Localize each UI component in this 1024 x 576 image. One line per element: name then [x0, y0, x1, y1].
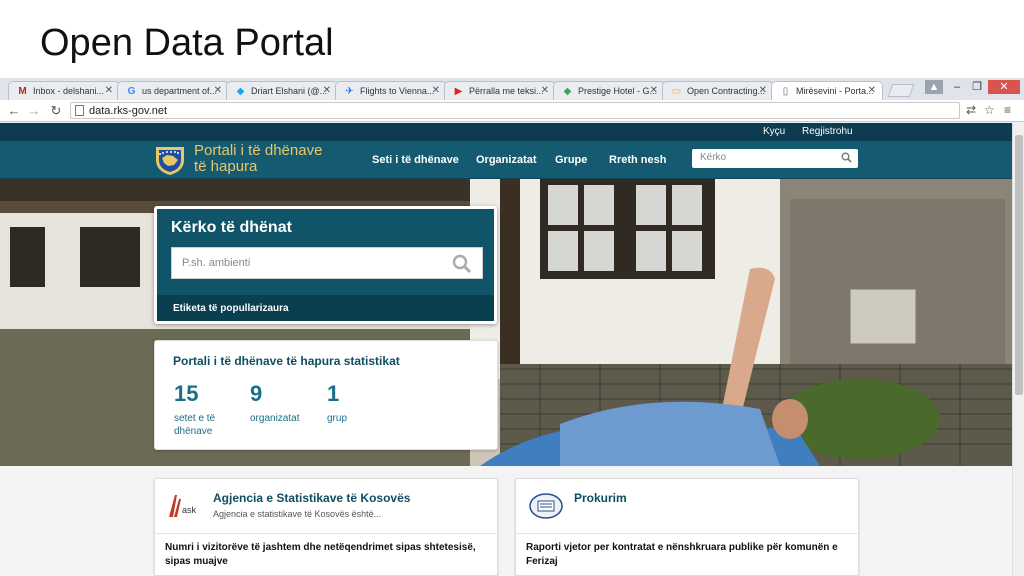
- flight-icon: ✈: [345, 86, 354, 97]
- stat-organizations-count[interactable]: 9: [250, 381, 262, 407]
- login-link[interactable]: Kyçu: [763, 126, 785, 137]
- popular-tags-link[interactable]: Etiketa të popullarizaura: [157, 295, 494, 321]
- new-tab-button[interactable]: [887, 84, 915, 97]
- nav-search-input[interactable]: Kërko: [692, 149, 858, 168]
- web-page: Kyçu Regjistrohu Portali i të dhënave të…: [0, 123, 1012, 576]
- svg-text:ask: ask: [182, 505, 197, 515]
- page-icon: ▯: [782, 86, 789, 97]
- tab-label: Inbox - delshani...: [33, 86, 105, 96]
- back-icon[interactable]: ←: [6, 103, 22, 119]
- card-title[interactable]: Prokurim: [574, 491, 627, 505]
- scrollbar-thumb[interactable]: [1015, 135, 1023, 395]
- window-close-button[interactable]: ✕: [988, 80, 1020, 94]
- close-icon[interactable]: ✕: [868, 85, 876, 96]
- browser-tab[interactable]: ✈ Flights to Vienna... ✕: [335, 81, 447, 100]
- browser-tab[interactable]: ▭ Open Contracting... ✕: [662, 81, 774, 100]
- tab-label: Open Contracting...: [687, 86, 766, 96]
- browser-tab[interactable]: ▶ Përralla me teksi... ✕: [444, 81, 556, 100]
- card-title[interactable]: Agjencia e Statistikave të Kosovës: [213, 491, 410, 505]
- bookmark-star-icon[interactable]: ☆: [984, 103, 995, 117]
- ask-logo-icon: ask: [165, 491, 205, 521]
- url-text: data.rks-gov.net: [89, 105, 168, 117]
- maps-icon: ◆: [563, 86, 572, 97]
- browser-tab-active[interactable]: ▯ Mirësevini - Porta... ✕: [771, 81, 883, 101]
- stat-groups-label[interactable]: grup: [327, 412, 387, 425]
- organization-card[interactable]: Prokurim Raporti vjetor per kontratat e …: [515, 478, 859, 576]
- logo-line-2: të hapura: [194, 158, 258, 175]
- site-topbar: Kyçu Regjistrohu: [0, 123, 1012, 141]
- address-bar[interactable]: data.rks-gov.net: [70, 102, 960, 119]
- organization-card[interactable]: ask Agjencia e Statistikave të Kosovës A…: [154, 478, 498, 576]
- close-icon[interactable]: ✕: [105, 85, 113, 96]
- close-icon[interactable]: ✕: [323, 85, 331, 96]
- portal-stats-panel: Portali i të dhënave të hapura statistik…: [154, 340, 498, 450]
- tab-label: Flights to Vienna...: [360, 86, 435, 96]
- nav-groups[interactable]: Grupe: [555, 154, 587, 166]
- close-icon[interactable]: ✕: [650, 85, 658, 96]
- stat-groups-count[interactable]: 1: [327, 381, 339, 407]
- card-divider: [516, 533, 858, 534]
- site-logo-text[interactable]: Portali i të dhënave të hapura: [194, 143, 322, 175]
- browser-tab[interactable]: ◆ Prestige Hotel - G... ✕: [553, 81, 665, 100]
- site-navbar: Portali i të dhënave të hapura Seti i të…: [0, 141, 1012, 179]
- nav-datasets[interactable]: Seti i të dhënave: [372, 154, 459, 166]
- menu-icon[interactable]: ≡: [1004, 103, 1011, 117]
- minimize-button[interactable]: –: [950, 80, 964, 94]
- search-icon[interactable]: [841, 152, 852, 163]
- folder-icon: ▭: [671, 86, 682, 97]
- dataset-search-input[interactable]: P.sh. ambienti: [171, 247, 483, 279]
- stats-title: Portali i të dhënave të hapura statistik…: [173, 354, 400, 368]
- address-toolbar: ← → ↻ data.rks-gov.net ⇄ ☆ ≡: [0, 100, 1024, 122]
- tab-strip: M Inbox - delshani... ✕ G us department …: [0, 78, 1024, 101]
- tab-label: Prestige Hotel - G...: [578, 86, 658, 96]
- hero-illustration: [0, 179, 1012, 466]
- nav-organizations[interactable]: Organizatat: [476, 154, 537, 166]
- tab-label: us department of...: [142, 86, 218, 96]
- youtube-icon: ▶: [454, 86, 463, 97]
- tab-label: Përralla me teksi...: [469, 86, 544, 96]
- search-panel-title: Kërko të dhënat: [171, 219, 292, 236]
- close-icon[interactable]: ✕: [214, 85, 222, 96]
- stat-organizations-label[interactable]: organizatat: [250, 412, 310, 425]
- page-scrollbar[interactable]: [1012, 123, 1024, 576]
- twitter-icon: ◆: [236, 86, 245, 97]
- user-icon[interactable]: ▲: [925, 80, 943, 94]
- gmail-icon: M: [18, 86, 27, 97]
- nav-search-placeholder: Kërko: [700, 152, 727, 163]
- card-dataset-link[interactable]: Numri i vizitorëve të jashtem dhe netëqe…: [165, 541, 490, 569]
- tab-label: Driart Elshani (@...: [251, 86, 328, 96]
- register-link[interactable]: Regjistrohu: [802, 126, 853, 137]
- kosovo-emblem-icon: [156, 147, 184, 175]
- browser-tab[interactable]: G us department of... ✕: [117, 81, 229, 100]
- search-icon[interactable]: [452, 254, 472, 274]
- browser-window: M Inbox - delshani... ✕ G us department …: [0, 78, 1024, 576]
- search-placeholder: P.sh. ambienti: [182, 257, 251, 269]
- translate-icon[interactable]: ⇄: [966, 103, 976, 117]
- slide-title: Open Data Portal: [40, 22, 334, 64]
- nav-about[interactable]: Rreth nesh: [609, 154, 666, 166]
- forward-icon[interactable]: →: [26, 103, 42, 119]
- maximize-button[interactable]: ❐: [970, 80, 984, 94]
- page-icon: [75, 105, 84, 116]
- tab-label: Mirësevini - Porta...: [796, 86, 874, 96]
- logo-line-1: Portali i të dhënave: [194, 142, 323, 159]
- close-icon[interactable]: ✕: [541, 85, 549, 96]
- stat-datasets-count[interactable]: 15: [174, 381, 198, 407]
- close-icon[interactable]: ✕: [759, 85, 767, 96]
- close-icon[interactable]: ✕: [432, 85, 440, 96]
- card-dataset-link[interactable]: Raporti vjetor per kontratat e nënshkrua…: [526, 541, 851, 569]
- reload-icon[interactable]: ↻: [48, 103, 64, 119]
- hero-photo: [0, 179, 1012, 466]
- card-subtitle: Agjencia e statistikave të Kosovës është…: [213, 509, 382, 519]
- prokurim-logo-icon: [529, 493, 563, 519]
- google-icon: G: [127, 86, 136, 97]
- card-divider: [155, 533, 497, 534]
- browser-tab[interactable]: ◆ Driart Elshani (@... ✕: [226, 81, 338, 100]
- stat-datasets-label[interactable]: setet e të dhënave: [174, 412, 226, 438]
- browser-tab[interactable]: M Inbox - delshani... ✕: [8, 81, 120, 100]
- dataset-search-panel: Kërko të dhënat P.sh. ambienti Etiketa t…: [154, 206, 497, 324]
